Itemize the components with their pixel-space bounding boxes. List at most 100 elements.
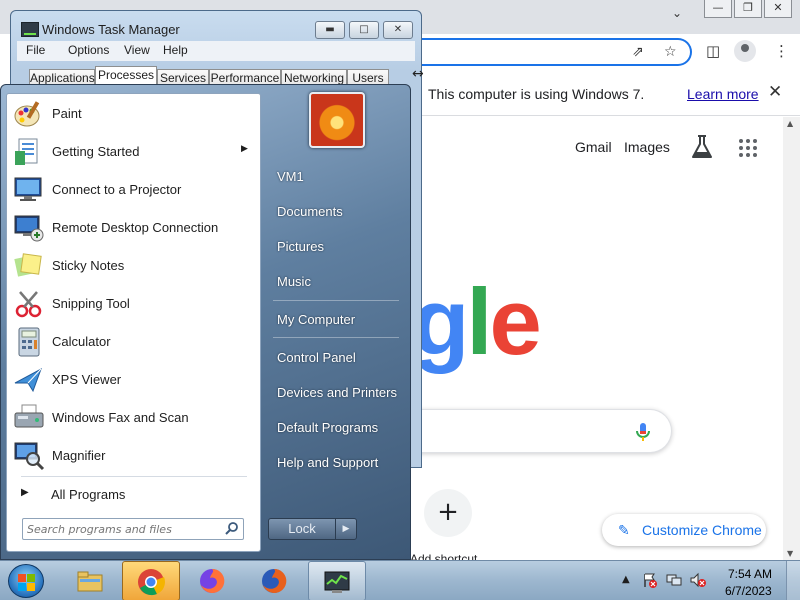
google-apps-icon[interactable] xyxy=(739,139,757,157)
menu-view[interactable]: View xyxy=(124,43,150,57)
program-xps-viewer[interactable]: XPS Viewer xyxy=(7,362,260,398)
start-link-label: My Computer xyxy=(277,312,356,327)
side-panel-icon[interactable]: ◫ xyxy=(706,42,720,60)
start-link-documents[interactable]: Documents xyxy=(263,197,405,225)
taskbar: ▲ 7:54 AM 6/7/2023 xyxy=(0,560,800,600)
search-icon[interactable] xyxy=(225,521,239,535)
customize-chrome-button[interactable]: ✎ Customize Chrome xyxy=(602,514,766,546)
show-desktop-button[interactable] xyxy=(786,561,800,600)
start-link-control-panel[interactable]: Control Panel xyxy=(263,343,405,371)
volume-muted-icon[interactable] xyxy=(690,572,706,588)
program-connect-projector[interactable]: Connect to a Projector xyxy=(7,172,260,208)
tray-overflow-arrow-icon[interactable]: ▲ xyxy=(622,574,630,585)
start-link-pictures[interactable]: Pictures xyxy=(263,232,405,260)
calculator-icon xyxy=(18,327,40,357)
learn-more-link[interactable]: Learn more xyxy=(687,86,759,102)
chrome-minimize-button[interactable]: — xyxy=(704,0,732,18)
submenu-arrow-icon[interactable]: ▶ xyxy=(241,144,248,154)
scroll-down-arrow-icon[interactable]: ▼ xyxy=(787,549,793,558)
fax-scan-icon xyxy=(14,404,44,428)
taskbar-chrome-button[interactable] xyxy=(122,561,180,600)
tm-menu-bar: File Options View Help xyxy=(17,41,415,61)
chrome-close-button[interactable]: ✕ xyxy=(764,0,792,18)
start-link-help-support[interactable]: Help and Support xyxy=(263,448,405,476)
menu-help[interactable]: Help xyxy=(163,43,188,57)
start-link-default-programs[interactable]: Default Programs xyxy=(263,413,405,441)
projector-icon xyxy=(14,177,42,201)
firefox-icon xyxy=(200,568,225,593)
clock-date[interactable]: 6/7/2023 xyxy=(725,584,772,598)
program-label: Calculator xyxy=(52,334,111,349)
program-label: XPS Viewer xyxy=(52,372,122,387)
programs-separator xyxy=(21,476,247,477)
program-label: Paint xyxy=(52,106,82,121)
clock-time[interactable]: 7:54 AM xyxy=(728,567,772,581)
program-fax-scan[interactable]: Windows Fax and Scan xyxy=(7,400,260,436)
snipping-tool-icon xyxy=(15,291,42,318)
program-magnifier[interactable]: Magnifier xyxy=(7,438,260,474)
program-remote-desktop[interactable]: Remote Desktop Connection xyxy=(7,210,260,246)
start-link-music[interactable]: Music xyxy=(263,267,405,295)
shutdown-options-arrow-icon[interactable]: ▶ xyxy=(335,518,357,540)
task-manager-icon xyxy=(21,22,39,37)
page-vertical-scrollbar[interactable]: ▲ ▼ xyxy=(783,117,800,560)
program-label: Magnifier xyxy=(52,448,106,463)
address-bar[interactable]: ⇗ ☆ xyxy=(410,38,692,66)
logo-letter: e xyxy=(489,269,542,374)
labs-flask-icon[interactable] xyxy=(690,134,714,160)
more-icon[interactable]: ⋮ xyxy=(774,42,789,60)
start-link-label: Documents xyxy=(277,204,343,219)
start-link-devices-printers[interactable]: Devices and Printers xyxy=(263,378,405,406)
lock-button[interactable]: Lock xyxy=(268,518,336,540)
program-label: Getting Started xyxy=(52,144,140,159)
program-calculator[interactable]: Calculator xyxy=(7,324,260,360)
taskbar-explorer-button[interactable] xyxy=(62,561,120,600)
all-programs-button[interactable]: ▶ All Programs xyxy=(17,484,255,506)
gmail-link[interactable]: Gmail xyxy=(575,139,612,155)
start-menu: Paint Getting Started ▶ Connect to a Pro… xyxy=(0,84,411,560)
start-link-vm1[interactable]: VM1 xyxy=(263,162,405,190)
share-icon[interactable]: ⇗ xyxy=(632,44,644,60)
taskbar-task-manager-button[interactable] xyxy=(308,561,366,600)
scroll-up-arrow-icon[interactable]: ▲ xyxy=(787,119,793,128)
taskbar-firefox-button-2[interactable] xyxy=(246,561,304,600)
add-shortcut-button[interactable]: + xyxy=(424,489,472,537)
windows-explorer-icon xyxy=(77,571,103,592)
pencil-icon: ✎ xyxy=(618,522,630,538)
getting-started-icon xyxy=(15,138,38,165)
program-label: Connect to a Projector xyxy=(52,182,182,197)
program-sticky-notes[interactable]: Sticky Notes xyxy=(7,248,260,284)
voice-search-mic-icon[interactable] xyxy=(636,422,650,442)
firefox-icon xyxy=(262,568,287,593)
sticky-notes-icon xyxy=(14,253,42,277)
infobar-close-icon[interactable]: ✕ xyxy=(768,82,782,102)
user-avatar[interactable] xyxy=(309,92,365,148)
tm-minimize-button[interactable]: ▬ xyxy=(315,21,345,39)
tab-search-chevron-down-icon[interactable]: ⌄ xyxy=(672,6,682,20)
program-label: Snipping Tool xyxy=(52,296,130,311)
google-search-box[interactable] xyxy=(400,409,672,453)
network-icon[interactable] xyxy=(666,572,682,588)
start-link-my-computer[interactable]: My Computer xyxy=(263,305,405,333)
magnifier-icon xyxy=(14,442,45,471)
star-icon[interactable]: ☆ xyxy=(664,44,677,60)
chrome-restore-button[interactable]: ❐ xyxy=(734,0,762,18)
program-snipping-tool[interactable]: Snipping Tool xyxy=(7,286,260,322)
start-search-input[interactable] xyxy=(27,521,217,537)
menu-options[interactable]: Options xyxy=(68,43,109,57)
start-link-label: Control Panel xyxy=(277,350,356,365)
all-programs-arrow-icon: ▶ xyxy=(21,487,29,498)
program-paint[interactable]: Paint xyxy=(7,96,260,132)
images-link[interactable]: Images xyxy=(624,139,670,155)
start-search-field[interactable] xyxy=(22,518,244,540)
tm-maximize-button[interactable]: □ xyxy=(349,21,379,39)
program-getting-started[interactable]: Getting Started ▶ xyxy=(7,134,260,170)
profile-icon[interactable] xyxy=(734,40,756,62)
program-label: Windows Fax and Scan xyxy=(52,410,189,425)
start-link-label: Devices and Printers xyxy=(277,385,397,400)
tm-close-button[interactable]: ✕ xyxy=(383,21,413,39)
taskbar-firefox-button-1[interactable] xyxy=(184,561,242,600)
start-button-windows-icon[interactable] xyxy=(8,564,44,598)
action-center-icon[interactable] xyxy=(642,572,658,588)
menu-file[interactable]: File xyxy=(26,43,45,57)
